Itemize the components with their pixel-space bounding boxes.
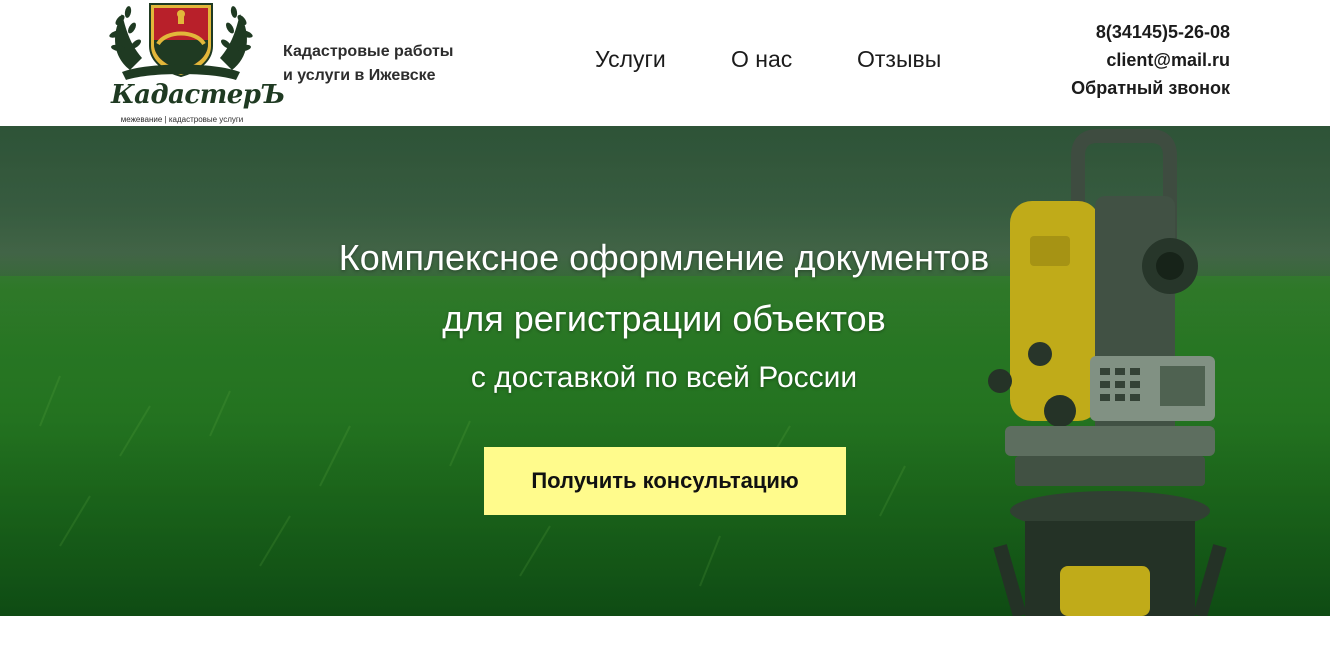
hero-banner: Комплексное оформление документов для ре… [0,126,1330,616]
nav-about-link[interactable]: О нас [731,45,792,73]
nav-reviews-link[interactable]: Отзывы [857,45,941,73]
hero-title-line-1: Комплексное оформление документов [338,237,990,278]
hero-title-line-2: для регистрации объектов [442,298,886,339]
nav-services-link[interactable]: Услуги [595,45,666,73]
phone-link[interactable]: 8(34145)5-26-08 [970,18,1230,46]
company-tagline: Кадастровые работы и услуги в Ижевске [283,40,503,88]
get-consultation-button[interactable]: Получить консультацию [484,447,846,515]
callback-link[interactable]: Обратный звонок [970,74,1230,102]
contact-block: 8(34145)5-26-08 client@mail.ru Обратный … [970,18,1230,102]
company-logo[interactable]: КадастерЪ межевание | кадастровые услуги [108,0,285,126]
tagline-line-1: Кадастровые работы [283,43,454,60]
hero-subtitle: с доставкой по всей России [470,361,858,394]
page-bottom-blank [0,616,1330,660]
tagline-line-2: и услуги в Ижевске [283,67,436,84]
logo-subtitle: межевание | кадастровые услуги [120,115,244,124]
site-header: КадастерЪ межевание | кадастровые услуги… [0,0,1330,126]
logo-wordmark: КадастерЪ [111,80,285,110]
email-link[interactable]: client@mail.ru [970,46,1230,74]
